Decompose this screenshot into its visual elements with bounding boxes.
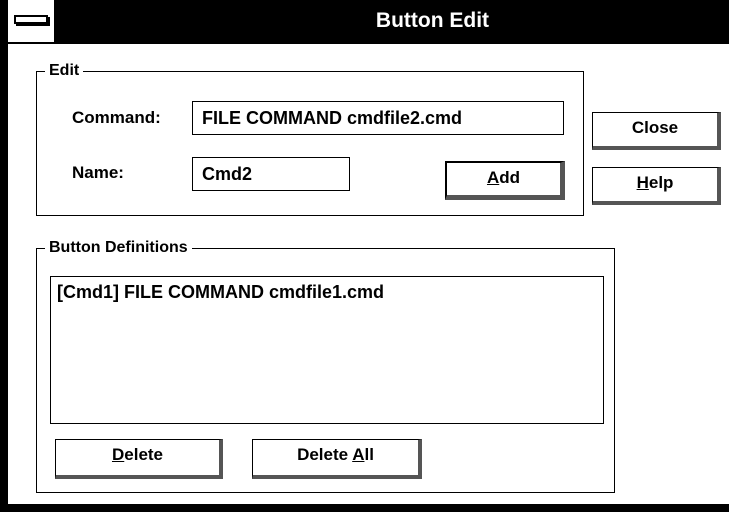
window-title: Button Edit [375,9,490,32]
name-label: Name: [72,163,124,182]
close-button[interactable]: Close [592,112,721,150]
help-button-mnemonic: H [636,173,649,192]
name-field[interactable]: Cmd2 [192,157,350,191]
button-definitions-list[interactable]: [Cmd1] FILE COMMAND cmdfile1.cmd [50,276,604,424]
close-button-label: Close [631,118,679,137]
delete-all-button-label-pre: Delete [297,445,353,464]
help-button[interactable]: Help [592,167,721,205]
add-button[interactable]: Add [445,161,565,200]
list-item[interactable]: [Cmd1] FILE COMMAND cmdfile1.cmd [57,280,603,304]
help-button-label-post: elp [648,173,674,192]
button-definitions-label: Button Definitions [45,238,192,258]
system-menu-icon[interactable] [8,0,56,42]
command-label: Command: [72,108,161,127]
system-menu-bar-icon [14,15,48,24]
delete-all-button[interactable]: Delete All [252,439,422,479]
delete-all-button-mnemonic: A [352,445,365,464]
add-button-label-post: dd [499,168,521,187]
button-edit-dialog: Button Edit Edit Command: FILE COMMAND c… [0,0,729,512]
edit-group-label: Edit [45,61,84,81]
delete-button[interactable]: Delete [55,439,223,479]
title-bar[interactable]: Button Edit [8,0,729,44]
add-button-mnemonic: A [486,168,500,187]
delete-button-label-post: elete [124,445,164,464]
button-definitions-group: Button Definitions [Cmd1] FILE COMMAND c… [36,238,615,493]
delete-all-button-label-post: ll [364,445,374,464]
command-field[interactable]: FILE COMMAND cmdfile2.cmd [192,101,564,135]
edit-group: Edit Command: FILE COMMAND cmdfile2.cmd … [36,61,584,216]
delete-button-mnemonic: D [111,445,125,464]
